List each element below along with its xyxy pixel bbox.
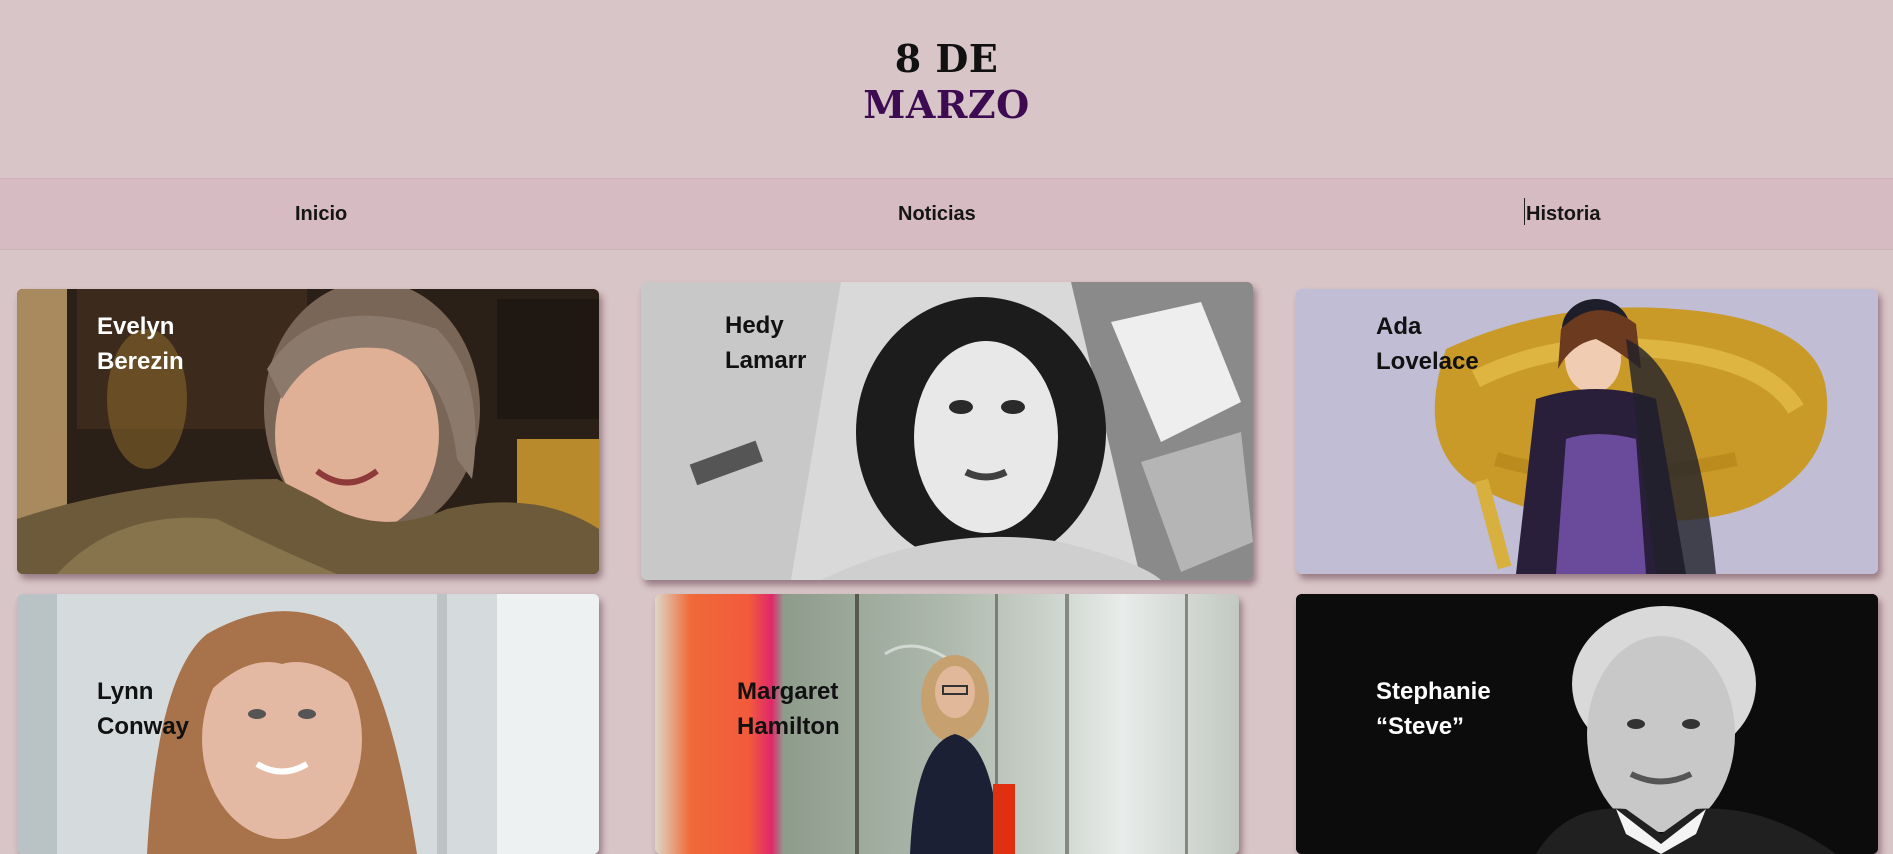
card-name-line1: Stephanie <box>1376 678 1491 705</box>
page-header: 8 DE MARZO <box>0 0 1893 178</box>
card-name-line2: Conway <box>97 713 190 740</box>
card-margaret-hamilton[interactable]: Margaret Hamilton <box>655 594 1239 854</box>
card-name-line2: Lamarr <box>725 347 807 374</box>
card-name: Evelyn Berezin <box>97 309 184 379</box>
nav-item-historia[interactable]: Historia <box>1526 203 1600 226</box>
main-nav: Inicio Noticias Historia <box>0 178 1893 250</box>
card-hedy-lamarr[interactable]: Hedy Lamarr <box>641 282 1253 580</box>
card-name-line1: Evelyn <box>97 313 175 340</box>
card-name-line1: Margaret <box>737 678 839 705</box>
card-name: Lynn Conway <box>97 674 189 744</box>
card-ada-lovelace[interactable]: Ada Lovelace <box>1296 289 1878 574</box>
card-name-line2: Lovelace <box>1376 348 1479 375</box>
nav-item-inicio[interactable]: Inicio <box>295 203 347 226</box>
card-name-line2: “Steve” <box>1376 713 1465 740</box>
page-title-line1: 8 DE <box>894 36 999 81</box>
page-title-line2: MARZO <box>863 82 1030 127</box>
card-name: Hedy Lamarr <box>725 308 806 378</box>
card-name: Stephanie “Steve” <box>1376 674 1491 744</box>
card-name-line1: Lynn <box>97 678 154 705</box>
card-name-line2: Berezin <box>97 348 184 375</box>
text-cursor <box>1524 198 1525 225</box>
card-name: Ada Lovelace <box>1376 309 1479 379</box>
card-stephanie-shirley[interactable]: Stephanie “Steve” <box>1296 594 1878 854</box>
nav-item-noticias[interactable]: Noticias <box>898 203 976 226</box>
card-lynn-conway[interactable]: Lynn Conway <box>17 594 599 854</box>
card-evelyn-berezin[interactable]: Evelyn Berezin <box>17 289 599 574</box>
card-name-line2: Hamilton <box>737 713 840 740</box>
card-name: Margaret Hamilton <box>737 674 840 744</box>
card-name-line1: Hedy <box>725 312 784 339</box>
card-name-line1: Ada <box>1376 313 1422 340</box>
